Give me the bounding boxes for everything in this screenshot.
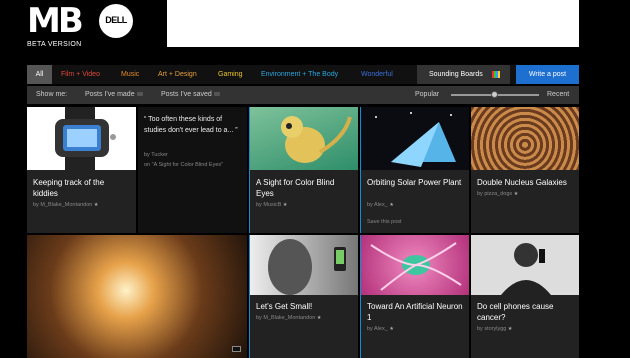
post-card[interactable]: A Sight for Color Blind Eyes by MusicB ★ <box>249 107 358 233</box>
author-name[interactable]: by Alex_ <box>367 326 388 332</box>
tab-art-design[interactable]: Art + Design <box>158 65 197 84</box>
tab-film-video[interactable]: Film + Video <box>61 65 100 84</box>
category-nav: All Film + Video Music Art + Design Gami… <box>27 65 579 84</box>
post-title[interactable]: Do cell phones cause cancer? <box>477 301 573 323</box>
video-post-card[interactable] <box>27 235 247 358</box>
author-name[interactable]: by Alex_ <box>367 202 388 208</box>
post-byline: by Alex_ ★ <box>367 202 394 208</box>
post-byline: by Alex_ ★ <box>367 326 394 332</box>
post-card[interactable]: Orbiting Solar Power Plant by Alex_ ★ Sa… <box>360 107 469 233</box>
video-camera-icon <box>232 346 241 352</box>
tab-gaming[interactable]: Gaming <box>218 65 243 84</box>
post-title[interactable]: Let's Get Small! <box>256 301 352 312</box>
filter-bar: Show me: Posts I've made Posts I've save… <box>27 86 579 104</box>
dell-brand: DELL <box>105 15 127 25</box>
post-byline: by M_Blake_Montandon ★ <box>256 315 321 321</box>
star-icon: ★ <box>507 326 513 332</box>
tab-environment[interactable]: Environment + The Body <box>261 65 338 84</box>
post-thumbnail <box>471 107 579 170</box>
popular-label: Popular <box>415 91 440 98</box>
beta-label: BETA VERSION <box>27 41 82 48</box>
tab-all[interactable]: All <box>27 65 52 84</box>
post-title[interactable]: Keeping track of the kiddies <box>33 177 130 199</box>
star-icon: ★ <box>513 191 519 197</box>
equalizer-icon <box>492 71 500 78</box>
sounding-boards-button[interactable]: Sounding Boards <box>417 65 510 84</box>
quote-text: Too often these kinds of studies don't e… <box>144 116 236 134</box>
posts-made-filter[interactable]: Posts I've made <box>85 86 143 104</box>
post-thumbnail <box>361 107 469 170</box>
posts-saved-filter[interactable]: Posts I've saved <box>161 86 220 104</box>
post-card[interactable]: Double Nucleus Galaxies by pizza_dogs ★ <box>471 107 579 233</box>
write-post-button[interactable]: Write a post <box>516 65 579 84</box>
star-icon: ★ <box>316 315 322 321</box>
quote-close-icon: ” <box>235 127 238 134</box>
post-byline: by storylygg ★ <box>477 326 512 332</box>
post-thumbnail <box>361 235 469 295</box>
author-name[interactable]: by MusicB <box>256 202 281 208</box>
posts-saved-label: Posts I've saved <box>161 91 212 98</box>
star-icon: ★ <box>389 202 394 208</box>
post-card[interactable]: Let's Get Small! by M_Blake_Montandon ★ <box>249 235 358 358</box>
star-icon: ★ <box>93 202 99 208</box>
post-thumbnail <box>471 235 579 295</box>
post-byline: by MusicB ★ <box>256 202 287 208</box>
post-title[interactable]: A Sight for Color Blind Eyes <box>256 177 352 199</box>
post-title[interactable]: Orbiting Solar Power Plant <box>367 177 463 188</box>
comment-quote: “ Too often these kinds of studies don't… <box>144 114 241 136</box>
sounding-boards-label: Sounding Boards <box>429 71 483 78</box>
slider-handle[interactable] <box>491 91 498 98</box>
toggle-icon <box>213 92 220 97</box>
author-name[interactable]: by pizza_dogs <box>477 191 512 197</box>
author-name[interactable]: by storylygg <box>477 326 506 332</box>
author-name[interactable]: by M_Blake_Montandon <box>33 202 92 208</box>
tab-wonderful[interactable]: Wonderful <box>361 65 393 84</box>
toggle-icon <box>136 92 143 97</box>
post-thumbnail <box>27 107 136 170</box>
logo-letters: MB <box>27 1 84 41</box>
author-name[interactable]: by M_Blake_Montandon <box>256 315 315 321</box>
save-post-link[interactable]: Save this post <box>367 219 402 225</box>
posts-made-label: Posts I've made <box>85 91 135 98</box>
post-thumbnail <box>250 107 358 170</box>
post-title[interactable]: Double Nucleus Galaxies <box>477 177 573 188</box>
comment-author[interactable]: by Tucker <box>144 152 168 158</box>
tab-music[interactable]: Music <box>121 65 139 84</box>
mb-dell-logo[interactable]: MB DELL BETA VERSION <box>27 4 137 50</box>
quote-open-icon: “ <box>144 116 147 123</box>
comment-card[interactable]: “ Too often these kinds of studies don't… <box>138 107 247 233</box>
post-card[interactable]: Keeping track of the kiddies by M_Blake_… <box>27 107 136 233</box>
comment-source[interactable]: on "A Sight for Color Blind Eyes" <box>144 162 223 168</box>
post-byline: by pizza_dogs ★ <box>477 191 518 197</box>
post-title[interactable]: Toward An Artificial Neuron 1 <box>367 301 463 323</box>
post-byline: by M_Blake_Montandon ★ <box>33 202 98 208</box>
post-card[interactable]: Do cell phones cause cancer? by storylyg… <box>471 235 579 358</box>
recent-label: Recent <box>547 91 570 98</box>
post-thumbnail <box>250 235 358 295</box>
post-card[interactable]: Toward An Artificial Neuron 1 by Alex_ ★ <box>360 235 469 358</box>
show-me-label: Show me: <box>36 91 68 98</box>
star-icon: ★ <box>389 326 394 332</box>
star-icon: ★ <box>282 202 288 208</box>
banner-ad <box>167 0 579 47</box>
